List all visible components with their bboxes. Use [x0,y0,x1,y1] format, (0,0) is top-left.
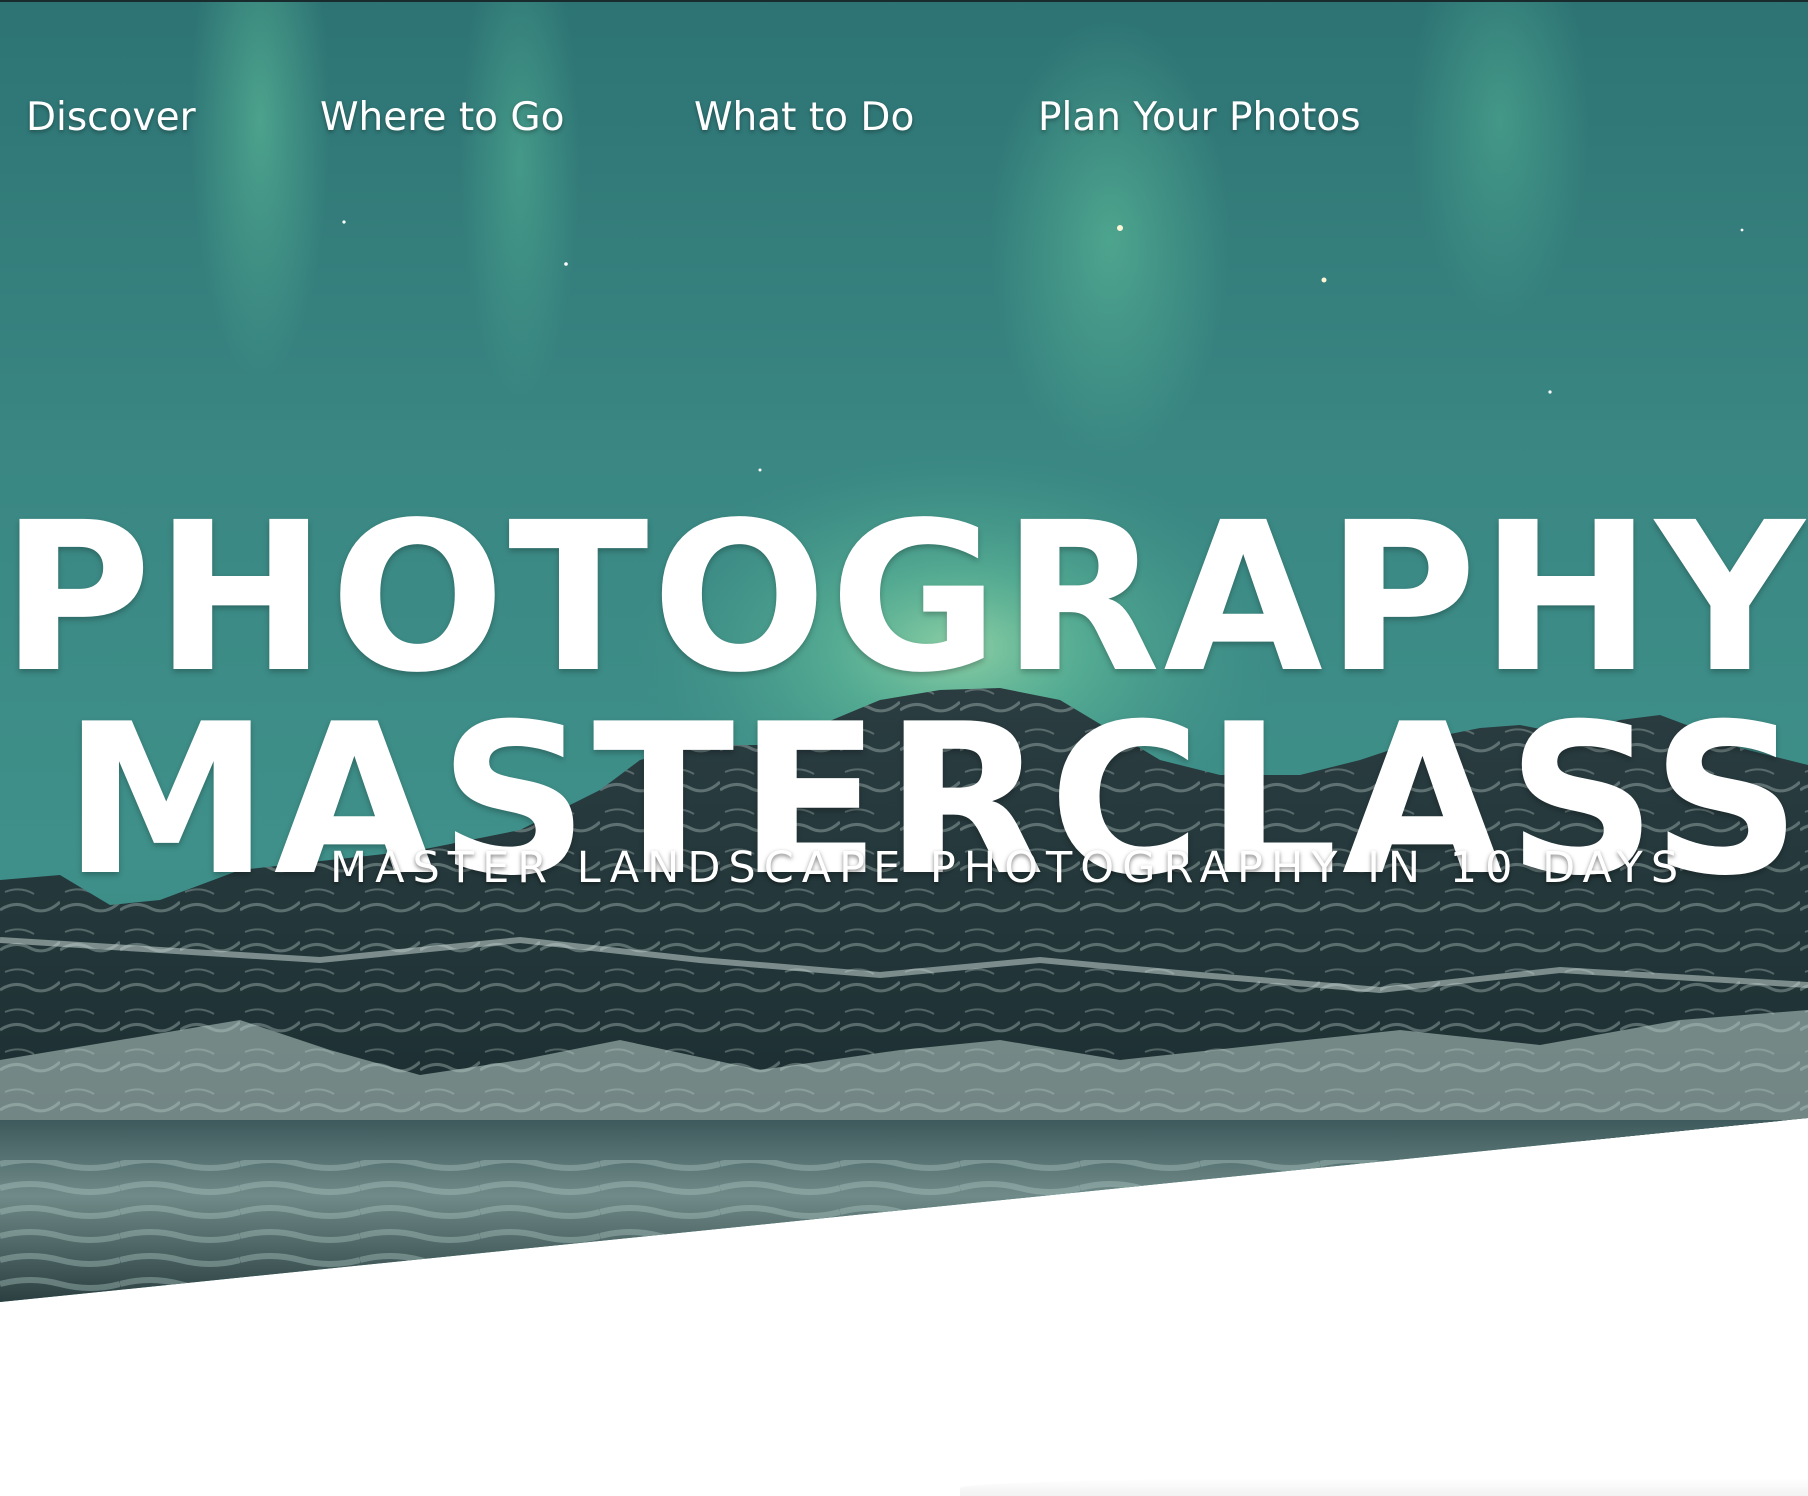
content-card-shadow [960,1478,1808,1496]
nav-link-discover[interactable]: Discover [26,88,196,148]
main-navigation: Discover Where to Go What to Do Plan You… [0,88,1808,148]
nav-link-where-to-go[interactable]: Where to Go [320,88,564,148]
nav-link-what-to-do[interactable]: What to Do [694,88,914,148]
nav-link-plan-your-photos[interactable]: Plan Your Photos [1038,88,1361,148]
top-border [0,0,1808,2]
landing-page: Discover Where to Go What to Do Plan You… [0,0,1808,1496]
hero-subtitle: MASTER LANDSCAPE PHOTOGRAPHY IN 10 DAYS [330,843,1687,893]
hero-title-line-1: PHOTOGRAPHY [0,478,1808,719]
hero-section: Discover Where to Go What to Do Plan You… [0,0,1808,1302]
